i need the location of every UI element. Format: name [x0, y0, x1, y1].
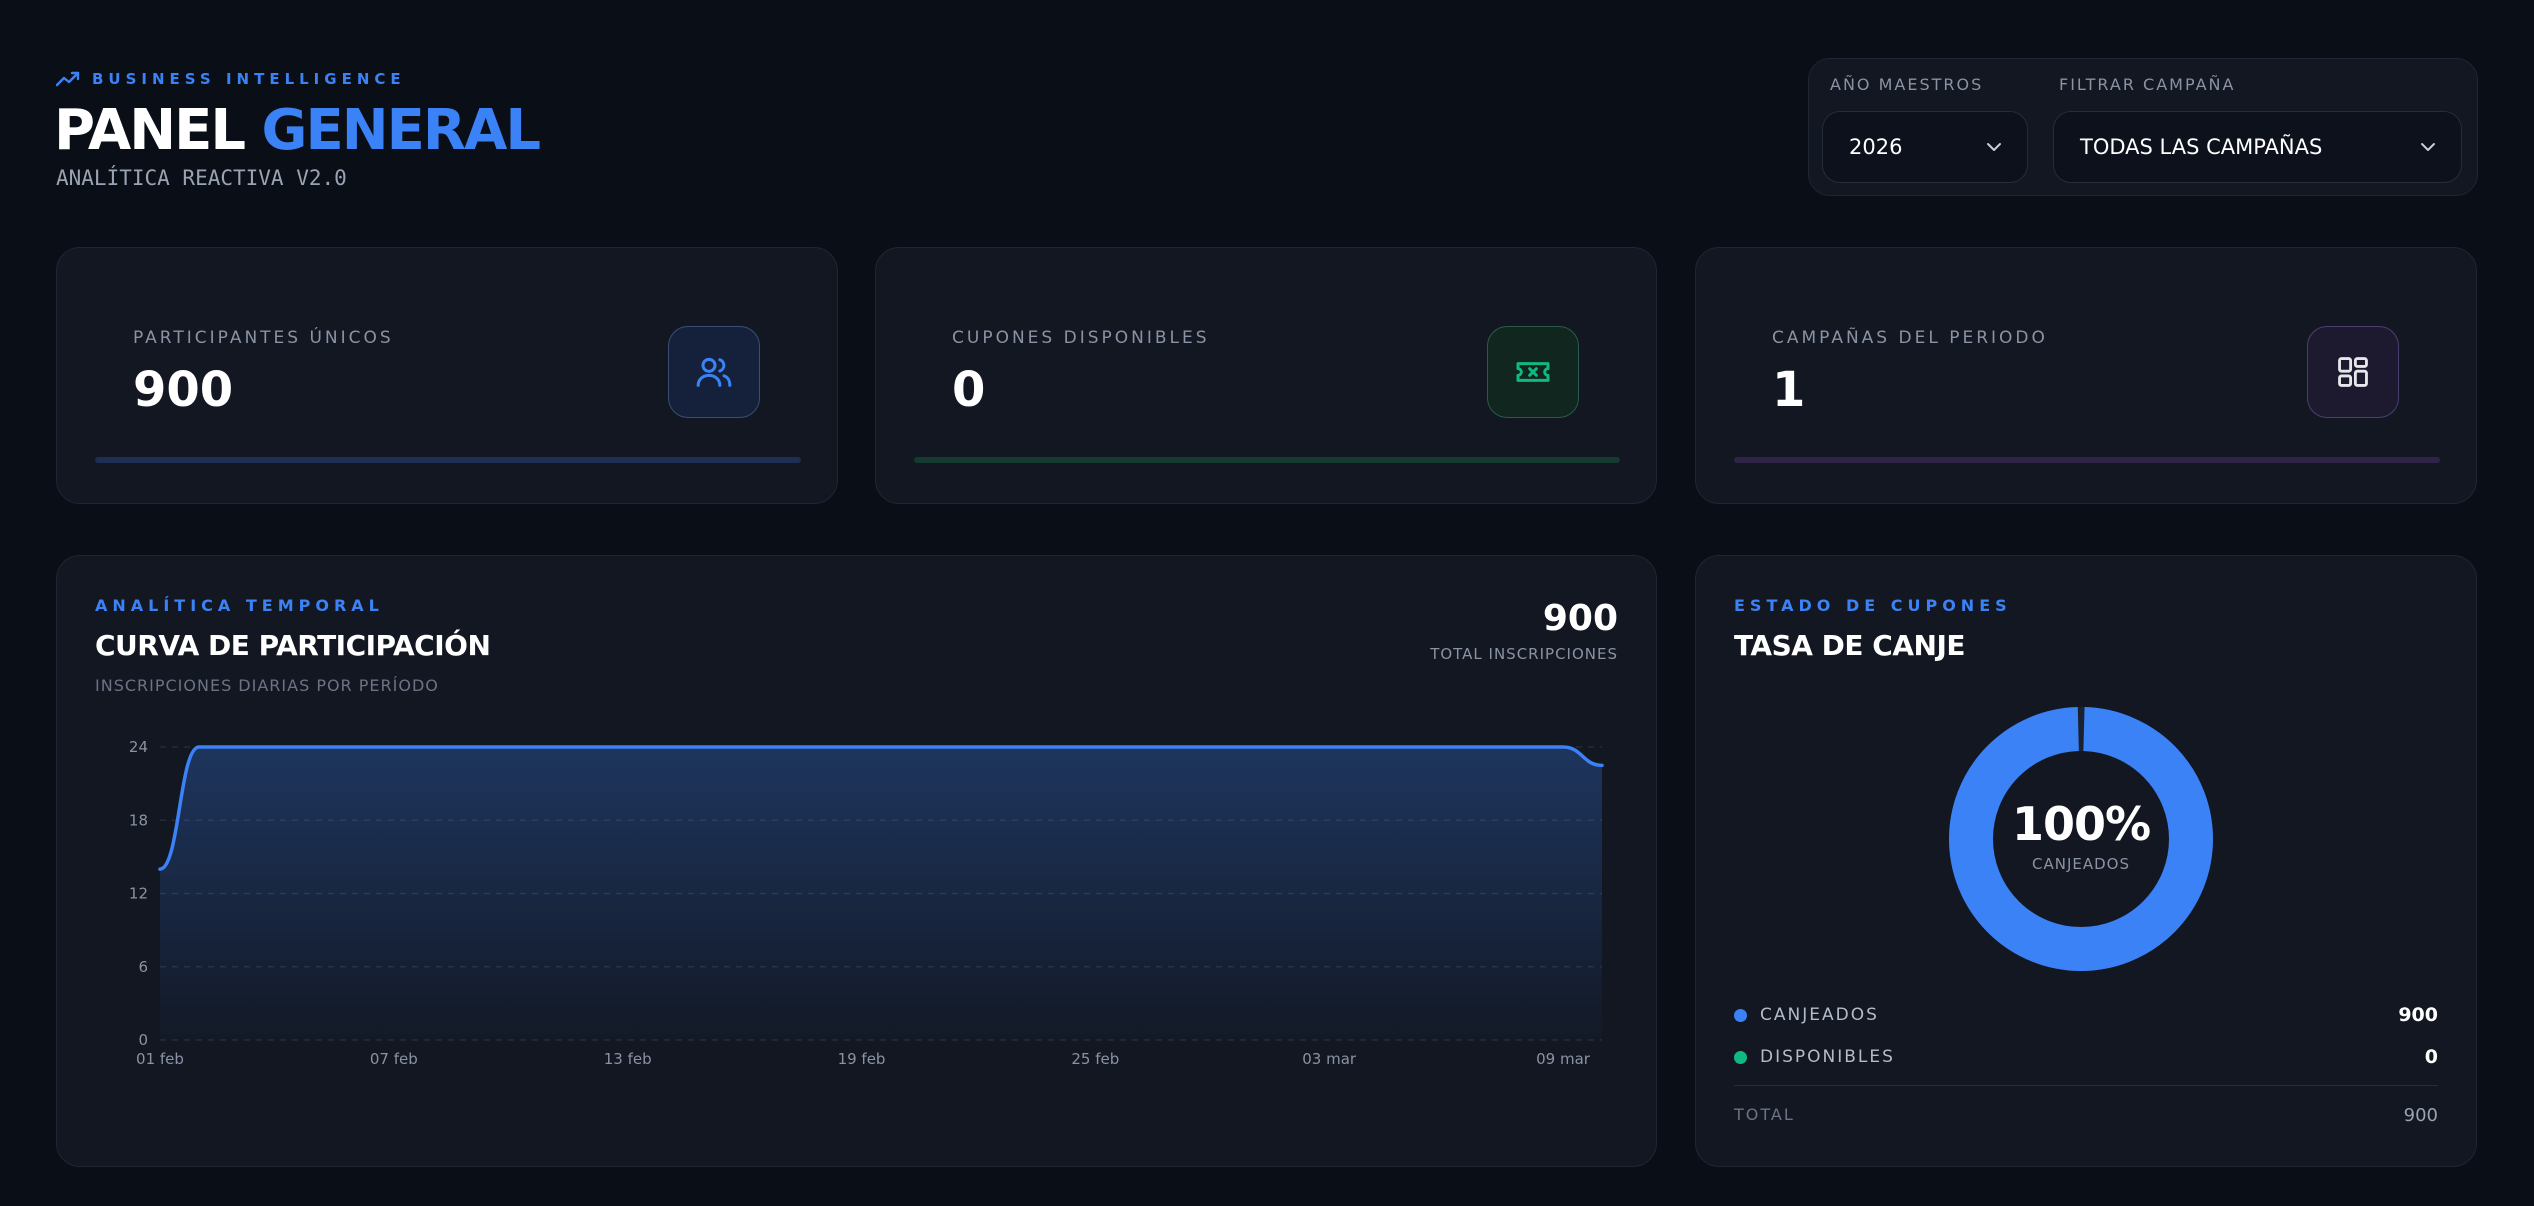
- kpi-accent-bar: [95, 457, 801, 463]
- kpi-icon-box: [2307, 326, 2399, 418]
- legend-value: 0: [2424, 1046, 2438, 1068]
- kpi-label: CAMPAÑAS DEL PERIODO: [1772, 328, 2048, 348]
- filters-panel: AÑO MAESTROS FILTRAR CAMPAÑA 2026 TODAS …: [1808, 58, 2478, 196]
- page-title-main: PANEL: [54, 98, 246, 163]
- donut-center-label: CANJEADOS: [2032, 855, 2130, 873]
- y-tick-label: 12: [129, 885, 148, 903]
- grid-icon: [2338, 357, 2368, 387]
- legend-divider: [1734, 1085, 2438, 1086]
- year-select-value: 2026: [1849, 135, 1903, 159]
- legend-dot: [1734, 1008, 1747, 1022]
- x-tick-label: 07 feb: [370, 1050, 418, 1068]
- header-eyebrow: BUSINESS INTELLIGENCE: [56, 70, 406, 88]
- participation-panel: ANALÍTICA TEMPORAL CURVA DE PARTICIPACIÓ…: [56, 555, 1657, 1167]
- participation-area-chart: 0 6 12 18 24 01 feb 07 feb 13 feb 19 feb 25 feb 03…: [129, 738, 1604, 1068]
- legend-dot: [1734, 1050, 1747, 1064]
- legend-value: 900: [2398, 1004, 2438, 1026]
- kpi-card-participants: PARTICIPANTES ÚNICOS 900: [56, 247, 838, 504]
- x-tick-label: 19 feb: [838, 1050, 886, 1068]
- donut-center: 100% CANJEADOS: [1948, 706, 2214, 972]
- kpi-value: 900: [133, 362, 234, 418]
- eyebrow-text: BUSINESS INTELLIGENCE: [92, 70, 406, 88]
- year-filter-label: AÑO MAESTROS: [1830, 75, 1984, 94]
- page-subtitle: ANALÍTICA REACTIVA V2.0: [56, 166, 347, 190]
- legend-label: CANJEADOS: [1760, 1005, 1879, 1025]
- ticket-icon: [1516, 362, 1550, 382]
- kpi-icon-box: [668, 326, 760, 418]
- page-title: PANEL GENERAL: [54, 98, 541, 163]
- year-select[interactable]: 2026: [1822, 111, 2028, 183]
- kpi-label: PARTICIPANTES ÚNICOS: [133, 328, 394, 348]
- redemption-donut: 100% CANJEADOS: [1948, 706, 2214, 972]
- x-tick-label: 09 mar: [1536, 1050, 1591, 1068]
- trending-up-icon: [56, 71, 80, 87]
- kpi-label: CUPONES DISPONIBLES: [952, 328, 1210, 348]
- campaign-select[interactable]: TODAS LAS CAMPAÑAS: [2053, 111, 2462, 183]
- area-fill: [160, 747, 1602, 1040]
- y-tick-label: 0: [138, 1031, 148, 1049]
- kpi-accent-bar: [1734, 457, 2440, 463]
- campaign-select-value: TODAS LAS CAMPAÑAS: [2080, 135, 2323, 159]
- chevron-down-icon: [1987, 143, 2001, 151]
- y-tick-label: 6: [138, 958, 148, 976]
- kpi-card-campaigns: CAMPAÑAS DEL PERIODO 1: [1695, 247, 2477, 504]
- coupons-eyebrow: ESTADO DE CUPONES: [1734, 596, 2012, 615]
- coupons-title: TASA DE CANJE: [1734, 629, 1966, 662]
- x-tick-label: 03 mar: [1302, 1050, 1357, 1068]
- kpi-accent-bar: [914, 457, 1620, 463]
- kpi-icon-box: [1487, 326, 1579, 418]
- page-title-accent: GENERAL: [261, 98, 541, 163]
- kpi-value: 1: [1772, 362, 1806, 418]
- legend-label: DISPONIBLES: [1760, 1047, 1895, 1067]
- legend-total-label: TOTAL: [1734, 1105, 1795, 1124]
- y-tick-label: 24: [129, 738, 148, 756]
- users-icon: [696, 357, 732, 387]
- y-tick-label: 18: [129, 811, 148, 829]
- x-tick-label: 01 feb: [136, 1050, 184, 1068]
- legend-row-redeemed: CANJEADOS 900: [1734, 1003, 2438, 1027]
- kpi-card-coupons: CUPONES DISPONIBLES 0: [875, 247, 1657, 504]
- kpi-value: 0: [952, 362, 986, 418]
- campaign-filter-label: FILTRAR CAMPAÑA: [2059, 75, 2236, 94]
- legend-row-available: DISPONIBLES 0: [1734, 1045, 2438, 1069]
- donut-center-value: 100%: [2011, 797, 2151, 851]
- chevron-down-icon: [2421, 143, 2435, 151]
- legend-total-value: 900: [2403, 1105, 2438, 1126]
- x-tick-label: 13 feb: [604, 1050, 652, 1068]
- coupons-panel: ESTADO DE CUPONES TASA DE CANJE 100% CAN…: [1695, 555, 2477, 1167]
- legend-total-row: TOTAL 900: [1734, 1105, 2438, 1126]
- x-tick-label: 25 feb: [1071, 1050, 1119, 1068]
